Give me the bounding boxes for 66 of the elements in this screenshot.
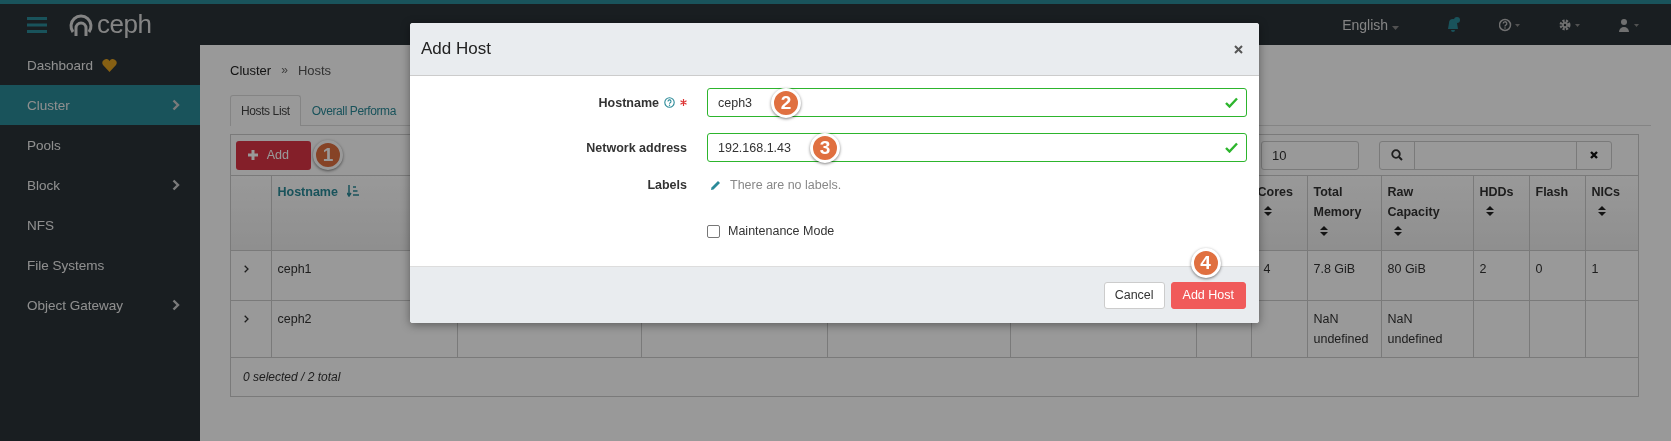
column-header[interactable]: Cores (1257, 182, 1293, 202)
cancel-button[interactable]: Cancel (1103, 281, 1165, 309)
submit-button[interactable]: Add Host (1170, 281, 1246, 309)
clear-icon[interactable] (1589, 150, 1599, 160)
dialog-title: Add Host (421, 39, 491, 59)
breadcrumb-item[interactable]: Cluster (230, 62, 272, 78)
table-cell: ceph2 (277, 312, 312, 326)
sidebar-item[interactable]: NFS (0, 205, 200, 245)
help-icon[interactable] (664, 97, 675, 108)
sort-ascending-icon[interactable] (347, 184, 360, 197)
table-cell: 1 (1591, 262, 1599, 276)
text-input[interactable]: ceph3 2 (707, 88, 1247, 117)
logo-text: ceph (97, 9, 152, 40)
user-icon[interactable] (1619, 17, 1641, 32)
checkmark-icon (1225, 97, 1238, 108)
field-label: Network address (586, 140, 687, 155)
breadcrumb-item: Hosts (297, 62, 332, 78)
search-icon (1391, 149, 1403, 161)
checkbox[interactable] (707, 224, 720, 238)
pencil-icon[interactable] (710, 179, 721, 191)
search-field[interactable] (1379, 140, 1612, 170)
sidebar-item[interactable]: Block (0, 165, 200, 205)
sidebar-item[interactable]: Object Gateway (0, 285, 200, 325)
table-cell: 80 GiB (1387, 262, 1426, 276)
column-header[interactable]: Raw Capacity (1387, 182, 1467, 222)
table-cell: 7.8 GiB (1313, 262, 1356, 276)
table-cell: 2 (1479, 262, 1487, 276)
sort-icon[interactable] (1393, 225, 1402, 237)
plus-icon (248, 150, 258, 160)
close-icon[interactable] (1234, 44, 1243, 54)
table-cell: ceph1 (277, 262, 312, 276)
language-dropdown[interactable]: English (1336, 15, 1405, 34)
sort-icon[interactable] (1263, 205, 1272, 217)
sort-icon[interactable] (1319, 225, 1328, 237)
column-header[interactable]: Flash (1535, 182, 1569, 202)
tab[interactable]: Hosts List (230, 95, 301, 126)
settings-icon[interactable] (1559, 17, 1581, 32)
selection-count: 0 selected / 2 total (243, 370, 341, 384)
chevron-right-icon[interactable] (244, 265, 249, 273)
sort-icon[interactable] (1597, 205, 1606, 217)
table-cell: NaN undefined (1387, 312, 1443, 346)
column-header[interactable]: HDDs (1479, 182, 1514, 202)
column-header[interactable]: Total Memory (1313, 182, 1375, 222)
tab[interactable]: Overall Performa (300, 95, 407, 125)
column-header[interactable]: Hostname (277, 182, 338, 202)
checkmark-icon (1225, 142, 1238, 153)
sidebar-item[interactable]: Dashboard (0, 45, 200, 85)
sort-icon[interactable] (1485, 205, 1494, 217)
column-header[interactable]: NICs (1591, 182, 1620, 202)
add-button[interactable]: Add (236, 140, 312, 170)
caret-icon (1392, 25, 1399, 30)
empty-labels-text: There are no labels. (730, 178, 842, 192)
sidebar-item[interactable]: File Systems (0, 245, 200, 285)
sidebar-item[interactable]: Pools (0, 125, 200, 165)
field-label: Hostname (598, 95, 659, 110)
step-badge: 3 (810, 132, 840, 163)
page-size-field[interactable]: 10 (1261, 140, 1359, 170)
field-label: Labels (647, 178, 687, 192)
chevron-right-icon[interactable] (244, 315, 249, 323)
breadcrumb-separator: » (281, 63, 288, 77)
checkbox-label: Maintenance Mode (728, 224, 835, 238)
text-input[interactable]: 192.168.1.43 3 (707, 133, 1247, 162)
help-icon[interactable] (1499, 17, 1521, 32)
table-cell: 4 (1263, 262, 1271, 276)
table-cell: 0 (1535, 262, 1543, 276)
table-cell: NaN undefined (1313, 312, 1369, 346)
